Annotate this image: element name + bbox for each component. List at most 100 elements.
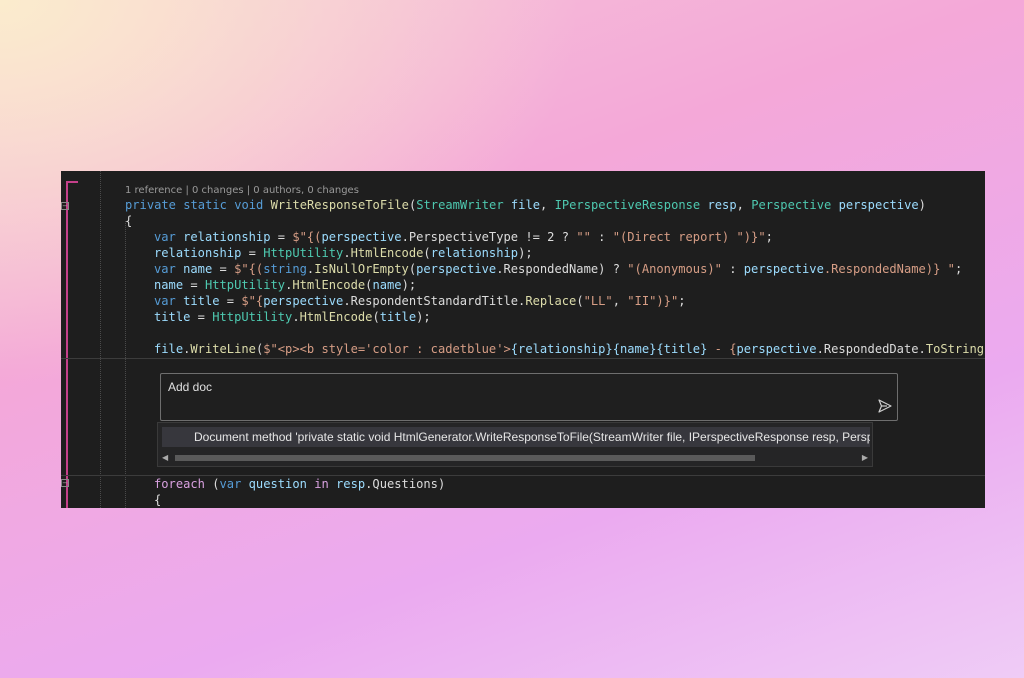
token: $"<p><b style='color : cadetblue'> bbox=[263, 342, 511, 356]
token: Replace bbox=[525, 294, 577, 308]
token: .RespondentStandardTitle. bbox=[343, 294, 526, 308]
token: = bbox=[270, 230, 293, 244]
token: var bbox=[154, 230, 176, 244]
token: private bbox=[125, 198, 176, 212]
send-icon[interactable] bbox=[877, 398, 893, 414]
token: HttpUtility bbox=[263, 246, 344, 260]
change-indicator-bar bbox=[66, 181, 68, 508]
code-editor[interactable]: − − 1 reference | 0 changes | 0 authors,… bbox=[61, 171, 985, 508]
code-line-relationship-encode[interactable]: relationship = HttpUtility.HtmlEncode(re… bbox=[154, 245, 533, 261]
token: $"{ bbox=[241, 294, 264, 308]
token: ); bbox=[518, 246, 533, 260]
inline-chat-input[interactable]: Add doc bbox=[160, 373, 898, 421]
code-line-writeline[interactable]: file.WriteLine($"<p><b style='color : ca… bbox=[154, 341, 985, 357]
token: relationship bbox=[430, 246, 519, 260]
collapse-foreach-icon[interactable]: − bbox=[61, 479, 69, 487]
token: )}" bbox=[656, 294, 679, 308]
token: .PerspectiveType != 2 ? bbox=[401, 230, 577, 244]
token: "LL" bbox=[583, 294, 613, 308]
token: var bbox=[219, 477, 242, 491]
token: title bbox=[183, 294, 220, 308]
token: = bbox=[241, 246, 264, 260]
token: perspective bbox=[838, 198, 919, 212]
code-line-name[interactable]: var name = $"{(string.IsNullOrEmpty(pers… bbox=[154, 261, 962, 277]
code-line-open-brace-2[interactable]: { bbox=[154, 492, 161, 508]
token: {relationship} bbox=[510, 342, 613, 356]
token: ( bbox=[576, 294, 584, 308]
token: static bbox=[183, 198, 227, 212]
token: ); bbox=[416, 310, 431, 324]
code-line-foreach[interactable]: foreach (var question in resp.Questions) bbox=[154, 476, 445, 492]
token: .RespondedName)} " bbox=[823, 262, 955, 276]
code-line-open-brace[interactable]: { bbox=[125, 213, 132, 229]
token: resp bbox=[336, 477, 366, 491]
token: = bbox=[183, 278, 205, 292]
token: "(Direct report) " bbox=[612, 230, 744, 244]
codelens-info[interactable]: 1 reference | 0 changes | 0 authors, 0 c… bbox=[125, 185, 359, 196]
token: ); bbox=[401, 278, 417, 292]
token: {title} bbox=[656, 342, 708, 356]
token: relationship bbox=[154, 246, 242, 260]
token: name bbox=[154, 278, 184, 292]
horizontal-scrollbar[interactable]: ◀ ▶ bbox=[158, 451, 872, 465]
token: ; bbox=[954, 262, 963, 276]
token: WriteResponseToFile bbox=[270, 198, 409, 212]
code-line-title-encode[interactable]: title = HttpUtility.HtmlEncode(title); bbox=[154, 309, 431, 325]
token: ) bbox=[918, 198, 926, 212]
method-signature-line[interactable]: private static void WriteResponseToFile(… bbox=[125, 197, 926, 213]
token: ; bbox=[678, 294, 686, 308]
indent-guide bbox=[125, 221, 126, 508]
token: StreamWriter bbox=[416, 198, 504, 212]
token: "(Anonymous)" bbox=[627, 262, 722, 276]
suggestion-popup: Document method 'private static void Htm… bbox=[157, 422, 873, 467]
token: (" bbox=[984, 342, 985, 356]
scroll-left-arrow-icon[interactable]: ◀ bbox=[162, 453, 168, 462]
token: resp bbox=[707, 198, 737, 212]
token: , bbox=[540, 198, 555, 212]
token: = bbox=[219, 294, 242, 308]
token: - { bbox=[707, 342, 737, 356]
scroll-thumb[interactable] bbox=[175, 455, 755, 461]
token: ( bbox=[204, 477, 220, 491]
token: var bbox=[154, 294, 176, 308]
token: file bbox=[510, 198, 541, 212]
token: {name} bbox=[612, 342, 657, 356]
token: ToString bbox=[925, 342, 985, 356]
code-line-relationship[interactable]: var relationship = $"{(perspective.Persp… bbox=[154, 229, 773, 245]
token: name bbox=[183, 262, 213, 276]
scroll-right-arrow-icon[interactable]: ▶ bbox=[862, 453, 868, 462]
token: = bbox=[212, 262, 235, 276]
token: $"{( bbox=[234, 262, 264, 276]
token: WriteLine bbox=[190, 342, 256, 356]
token: name bbox=[372, 278, 402, 292]
token: .RespondedDate. bbox=[816, 342, 926, 356]
code-line-title[interactable]: var title = $"{perspective.RespondentSta… bbox=[154, 293, 686, 309]
token: IsNullOrEmpty bbox=[314, 262, 409, 276]
token: file bbox=[154, 342, 184, 356]
token: HtmlEncode bbox=[299, 310, 373, 324]
suggestion-item[interactable]: Document method 'private static void Htm… bbox=[162, 427, 870, 447]
token: . bbox=[292, 310, 300, 324]
token: var bbox=[154, 262, 176, 276]
token: perspective bbox=[263, 294, 344, 308]
token: IPerspectiveResponse bbox=[554, 198, 701, 212]
inline-chat-top-divider bbox=[61, 358, 985, 359]
token: HtmlEncode bbox=[350, 246, 424, 260]
collapse-method-icon[interactable]: − bbox=[61, 202, 69, 210]
token: relationship bbox=[183, 230, 271, 244]
token: title bbox=[154, 310, 191, 324]
token: . bbox=[343, 246, 351, 260]
token: , bbox=[612, 294, 628, 308]
token: "II" bbox=[627, 294, 657, 308]
token: , bbox=[736, 198, 752, 212]
token: foreach bbox=[154, 477, 205, 491]
token: ( bbox=[372, 310, 380, 324]
token: string bbox=[263, 262, 307, 276]
code-line-name-encode[interactable]: name = HttpUtility.HtmlEncode(name); bbox=[154, 277, 416, 293]
token: : bbox=[590, 230, 613, 244]
token: ; bbox=[765, 230, 773, 244]
token: HtmlEncode bbox=[292, 278, 366, 292]
